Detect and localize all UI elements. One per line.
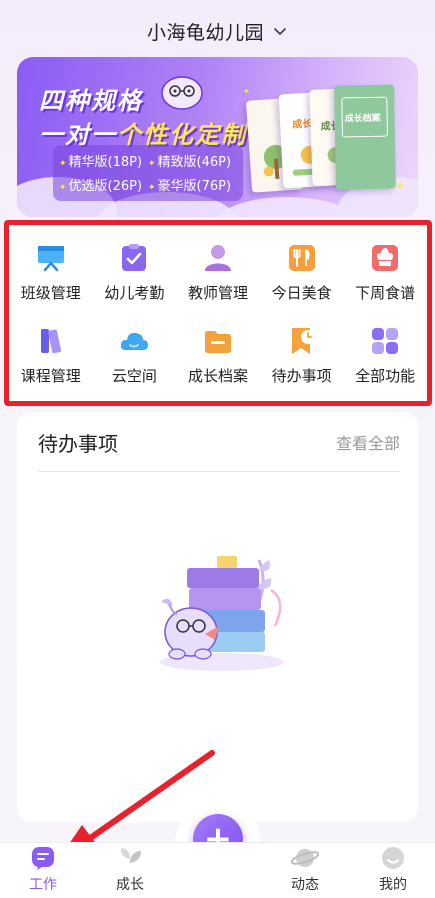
tab-label: 工作 [29,877,57,893]
menu-item-label: 教师管理 [187,284,248,302]
menu-item-label: 幼儿考勤 [104,284,165,302]
teacher-person-icon [204,245,231,271]
tab-label: 动态 [291,877,319,893]
menu-item-label: 云空间 [111,367,157,385]
tab-label: 我的 [379,877,407,893]
menu-item-todo[interactable]: 待办事项 [260,314,344,397]
menu-item-label: 下周食谱 [355,284,416,302]
view-all-link[interactable]: 查看全部 [336,430,400,454]
promo-banner[interactable]: 四种规格 一对一个性化定制 精华版(18P) 精致版(46P) 优选版(26P)… [17,57,418,217]
planet-icon [291,849,319,867]
function-grid-highlight: 班级管理 幼儿考勤 教师管理 今日美食 下周食谱 课程管理 云空间 成长档案 待… [4,220,432,406]
menu-item-cloud-space[interactable]: 云空间 [93,314,177,397]
menu-item-label: 班级管理 [20,284,81,302]
menu-item-label: 课程管理 [20,367,81,385]
menu-item-attendance[interactable]: 幼儿考勤 [93,231,177,314]
kindergarten-selector[interactable]: 小海龟幼儿园 [0,14,435,48]
banner-headline: 四种规格 [39,87,143,115]
course-books-icon [40,329,61,354]
menu-item-class-management[interactable]: 班级管理 [9,231,93,314]
tab-label: 成长 [116,877,144,893]
spec-item: 精致版(46P) [148,151,237,171]
menu-item-today-food[interactable]: 今日美食 [260,231,344,314]
menu-item-label: 今日美食 [271,284,332,302]
tab-moments[interactable]: 动态 [275,845,335,894]
bottom-tab-bar: 工作 成长 动态 我的 [0,842,435,898]
chevron-down-icon [274,28,286,35]
menu-item-teacher-management[interactable]: 教师管理 [176,231,260,314]
work-list-icon [32,847,54,870]
divider [38,471,400,472]
menu-item-growth-archive[interactable]: 成长档案 [176,314,260,397]
class-board-icon [37,246,64,272]
folder-icon [204,331,231,353]
menu-item-label: 全部功能 [355,367,416,385]
fork-knife-icon [288,245,315,271]
book-illustration: 成长档案 [334,84,396,190]
book-label: 成长档案 [344,113,381,125]
tab-growth[interactable]: 成长 [100,845,160,894]
menu-item-course-management[interactable]: 课程管理 [9,314,93,397]
menu-item-label: 成长档案 [187,367,248,385]
smile-face-icon [382,847,404,869]
spec-item: 优选版(26P) [59,175,148,195]
menu-item-all-functions[interactable]: 全部功能 [343,314,427,397]
spec-item: 豪华版(76P) [148,175,237,195]
spec-item: 精华版(18P) [59,151,148,171]
kindergarten-name: 小海龟幼儿园 [146,21,264,44]
todo-title: 待办事项 [38,432,118,456]
sparkle-icon: ✦ [243,87,250,96]
attendance-clipboard-icon [122,244,147,271]
function-grid: 班级管理 幼儿考勤 教师管理 今日美食 下周食谱 课程管理 云空间 成长档案 待… [9,225,427,401]
menu-item-label: 待办事项 [271,367,332,385]
chef-hat-icon [372,245,399,271]
menu-item-next-week-menu[interactable]: 下周食谱 [343,231,427,314]
tab-work[interactable]: 工作 [13,845,73,894]
empty-state-illustration [160,556,284,671]
tab-mine[interactable]: 我的 [363,845,423,894]
turtle-mascot-icon [161,76,203,110]
sparkle-icon: ✦ [395,179,406,193]
spec-list: 精华版(18P) 精致版(46P) 优选版(26P) 豪华版(76P) [53,145,243,201]
cloud-icon [121,332,149,350]
leaf-sprout-icon [120,848,141,869]
four-squares-icon [372,328,399,354]
bookmark-clock-icon [291,328,315,354]
